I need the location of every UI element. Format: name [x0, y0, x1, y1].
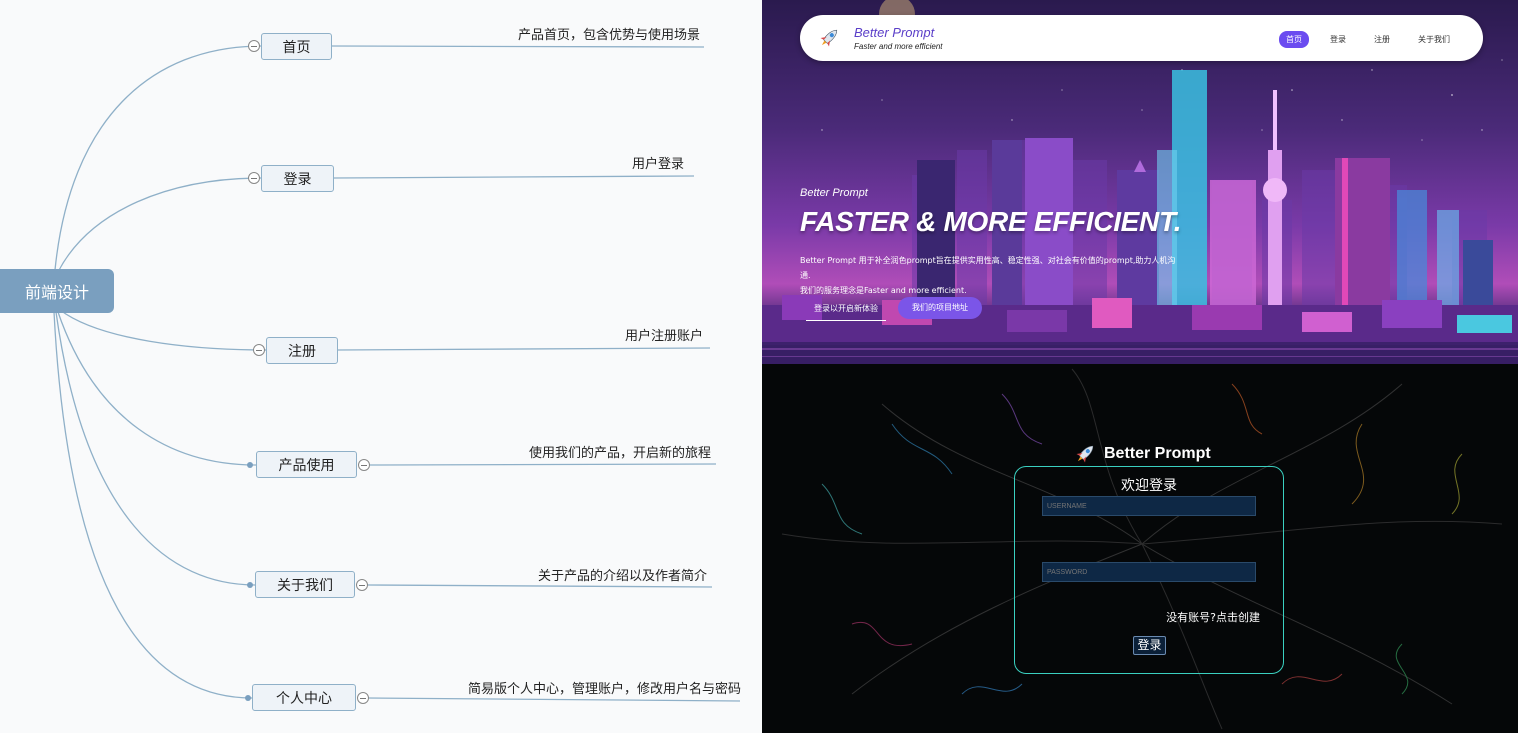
username-input[interactable]	[1042, 496, 1256, 516]
login-header: Better Prompt	[1072, 440, 1211, 468]
register-link[interactable]: 没有账号?点击创建	[1166, 609, 1260, 625]
login-card: 欢迎登录 没有账号?点击创建 登录	[1014, 466, 1284, 674]
branch-desc-profile: 简易版个人中心，管理账户，修改用户名与密码	[468, 682, 742, 697]
branch-desc-register: 用户注册账户	[625, 329, 704, 344]
branch-dot	[245, 695, 251, 701]
branch-dot	[247, 462, 253, 468]
nav-about[interactable]: 关于我们	[1411, 31, 1457, 48]
collapse-toggle[interactable]	[358, 459, 370, 471]
login-title: 欢迎登录	[1121, 478, 1177, 494]
nav-brand[interactable]: Better Prompt	[854, 25, 934, 40]
login-screenshot: Better Prompt 欢迎登录 没有账号?点击创建 登录	[762, 364, 1518, 733]
branch-node-about[interactable]: 关于我们	[255, 571, 355, 598]
branch-node-login[interactable]: 登录	[261, 165, 334, 192]
hero-description-line: 我们的服务理念是Faster and more efficient.	[800, 286, 967, 295]
collapse-toggle[interactable]	[356, 579, 368, 591]
root-node[interactable]: 前端设计	[0, 269, 114, 313]
top-navbar: Better Prompt Faster and more efficient …	[800, 15, 1483, 61]
hero-description: Better Prompt 用于补全润色prompt旨在提供实用性高、稳定性强、…	[800, 253, 1180, 298]
password-input[interactable]	[1042, 562, 1256, 582]
collapse-toggle[interactable]	[248, 40, 260, 52]
login-submit-button[interactable]: 登录	[1133, 636, 1166, 655]
rocket-logo-icon	[820, 29, 838, 47]
branch-node-profile[interactable]: 个人中心	[252, 684, 356, 711]
branch-desc-usage: 使用我们的产品，开启新的旅程	[529, 446, 712, 461]
project-link-button[interactable]: 我们的项目地址	[898, 297, 982, 319]
collapse-toggle[interactable]	[357, 692, 369, 704]
branch-desc-home: 产品首页，包含优势与使用场景	[518, 28, 701, 43]
nav-links: 首页 登录 注册 关于我们	[1279, 31, 1457, 48]
mindmap-connectors	[53, 45, 741, 702]
hero-description-line: Better Prompt 用于补全润色prompt旨在提供实用性高、稳定性强、…	[800, 256, 1176, 280]
branch-desc-about: 关于产品的介绍以及作者简介	[538, 569, 708, 584]
nav-home[interactable]: 首页	[1279, 31, 1309, 48]
homepage-screenshot: Better Prompt Faster and more efficient …	[762, 0, 1518, 364]
hero-title: FASTER & MORE EFFICIENT.	[800, 206, 1182, 237]
rocket-logo-icon	[1076, 445, 1094, 463]
hero-subtitle: Better Prompt	[800, 187, 868, 199]
nav-login[interactable]: 登录	[1323, 31, 1353, 48]
nav-register[interactable]: 注册	[1367, 31, 1397, 48]
collapse-toggle[interactable]	[253, 344, 265, 356]
login-brand: Better Prompt	[1104, 445, 1211, 462]
collapse-toggle[interactable]	[248, 172, 260, 184]
mindmap-panel: 前端设计 首页 产品首页，包含优势与使用场景 登录 用户登录 注册 用户注册账户…	[0, 0, 762, 733]
branch-node-home[interactable]: 首页	[261, 33, 332, 60]
branch-dot	[247, 582, 253, 588]
branch-desc-login: 用户登录	[632, 157, 685, 172]
nav-tagline: Faster and more efficient	[854, 42, 943, 51]
branch-node-register[interactable]: 注册	[266, 337, 338, 364]
login-cta-button[interactable]: 登录以开启新体验	[806, 298, 886, 321]
branch-node-usage[interactable]: 产品使用	[256, 451, 357, 478]
